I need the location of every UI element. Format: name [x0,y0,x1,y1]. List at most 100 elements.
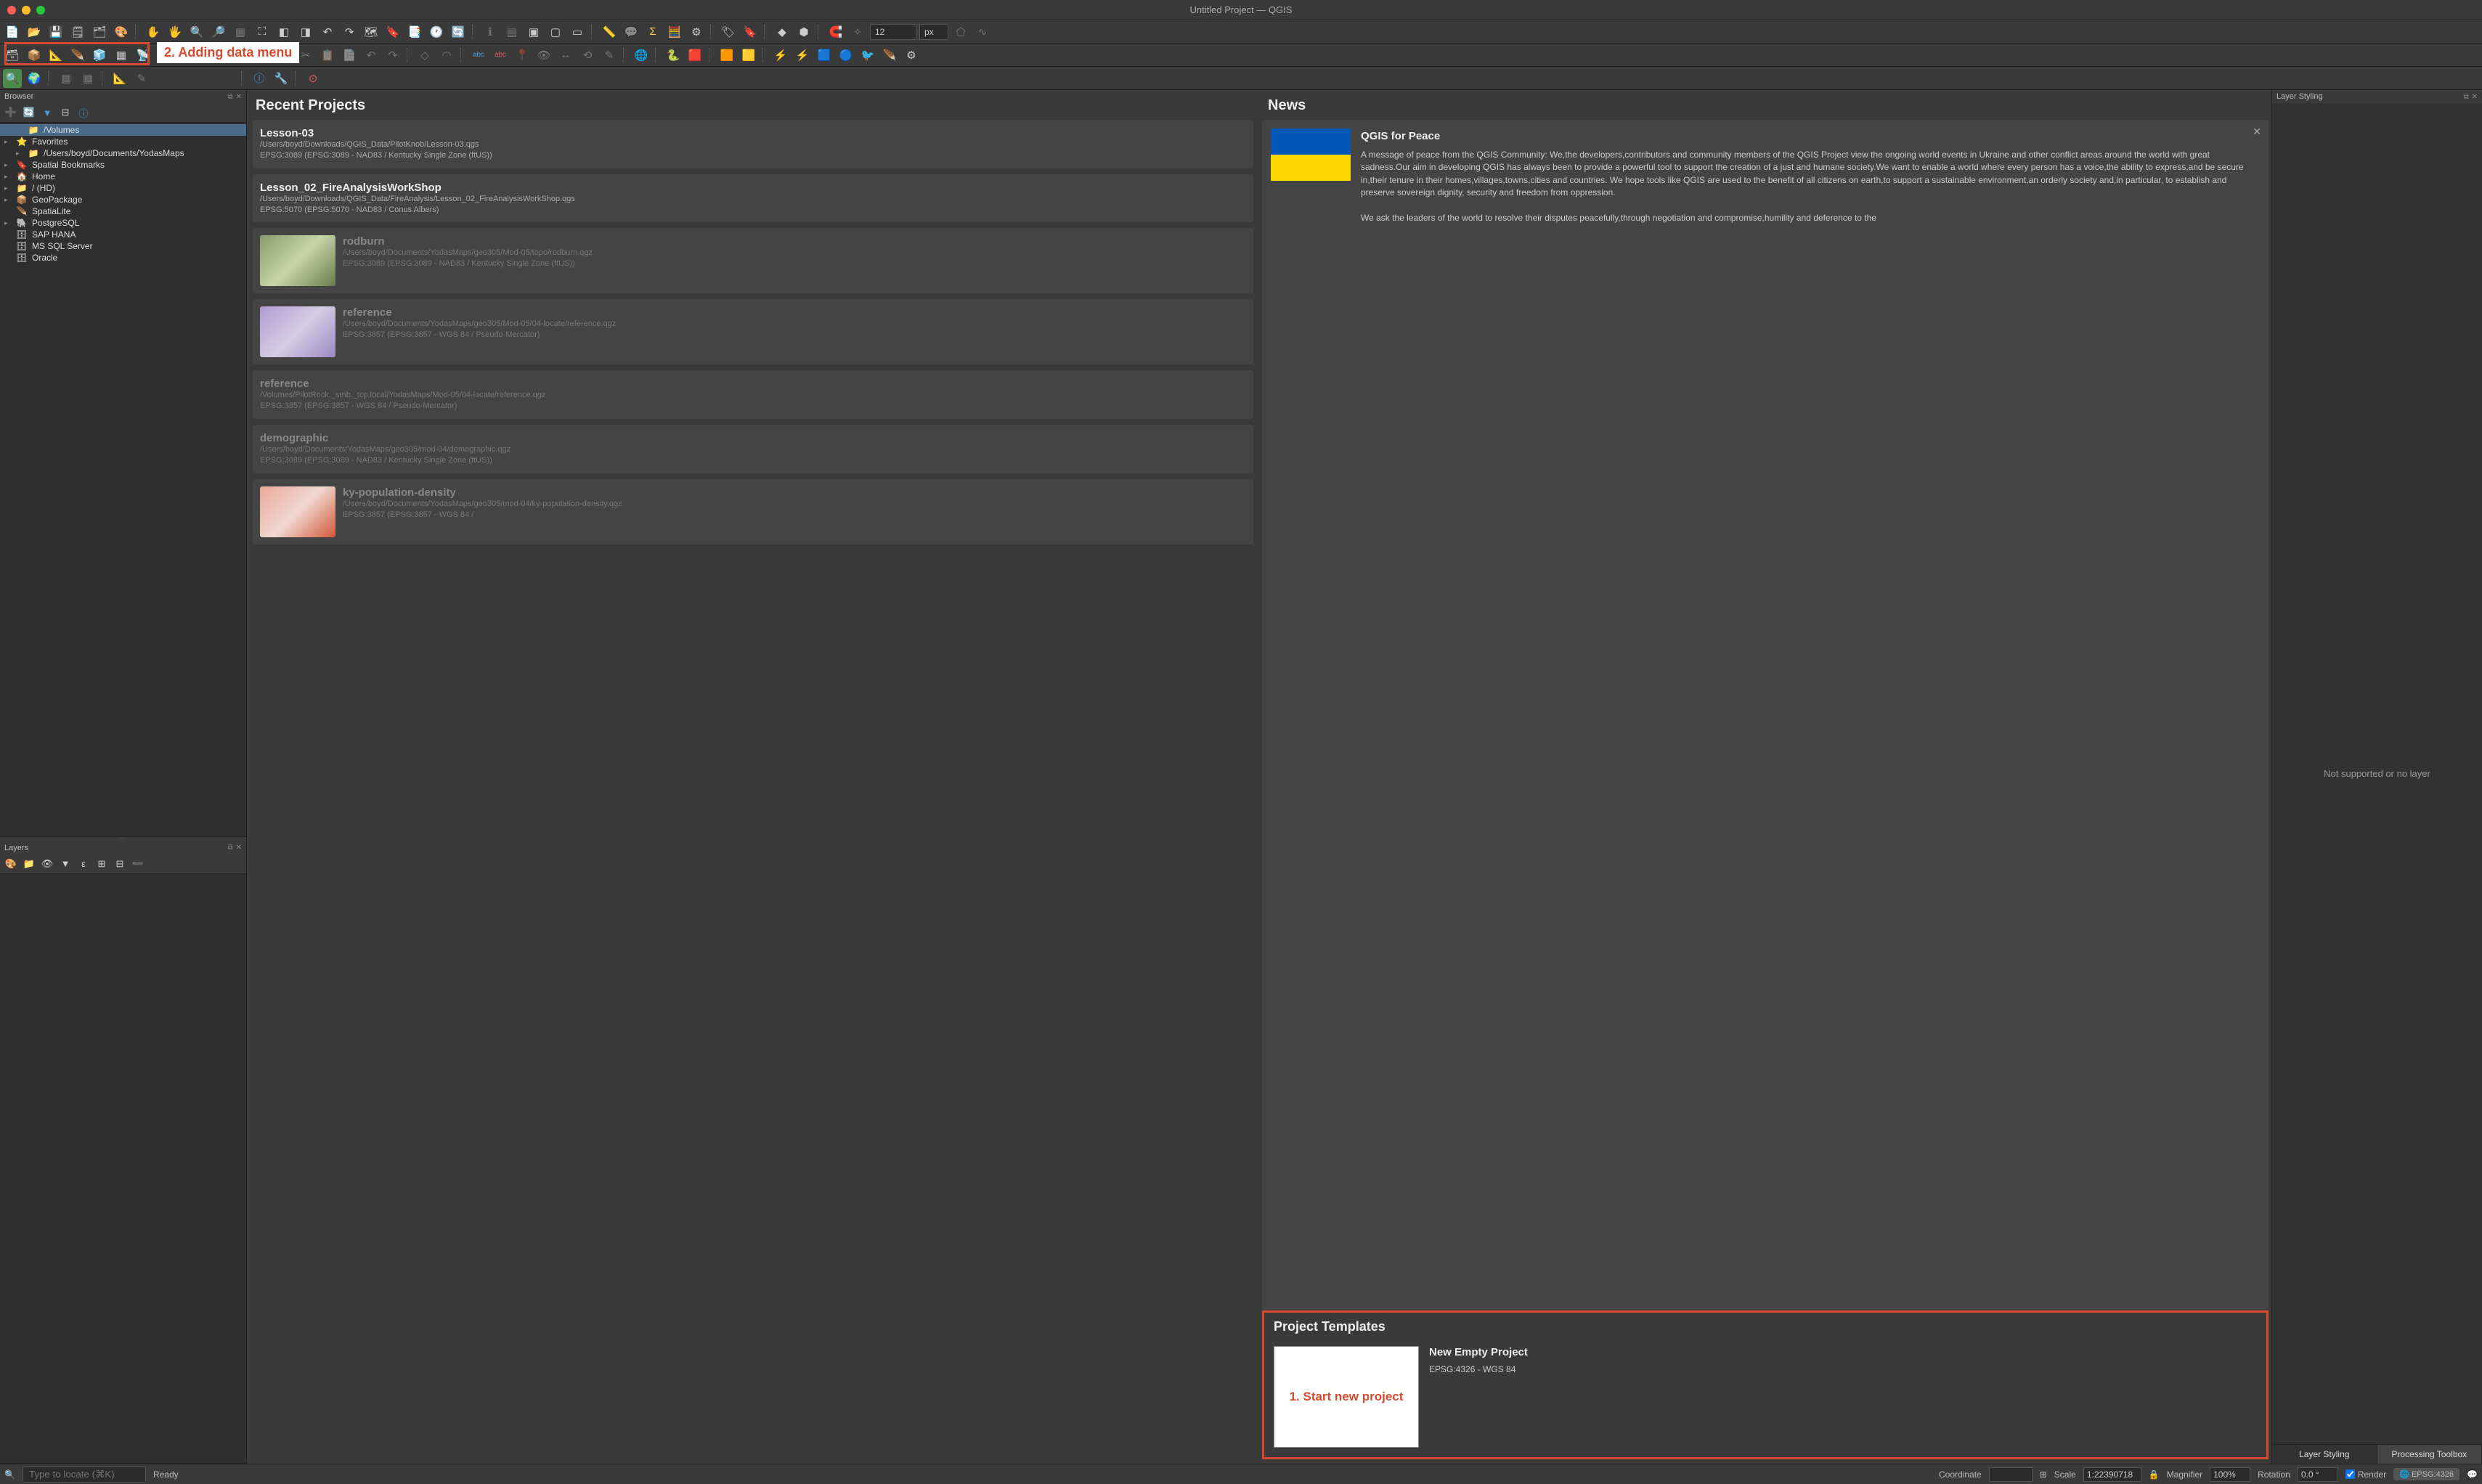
recent-project-card[interactable]: Lesson-03/Users/boyd/Downloads/QGIS_Data… [253,120,1253,168]
stat-summary-button[interactable]: Σ [643,23,662,41]
browser-tree-item[interactable]: ▸📦GeoPackage [0,194,246,205]
show-bookmarks-button[interactable]: 📑 [405,23,424,41]
select-by-value-button[interactable]: ▢ [546,23,565,41]
new-bookmark-button[interactable]: 🔖 [383,23,402,41]
open-attribute-table-button[interactable]: ▤ [502,23,521,41]
manage-themes-button[interactable]: 👁 [39,856,55,872]
zoom-full-button[interactable]: ⛶ [253,23,272,41]
rotation-field[interactable] [2298,1467,2338,1482]
toggle-snapping-button[interactable]: 🧲 [826,23,845,41]
filter-legend-button[interactable]: ▼ [57,856,73,872]
messages-button[interactable]: 💬 [2467,1469,2478,1480]
move-label-button[interactable]: ↔ [556,46,575,65]
save-project-button[interactable]: 💾 [46,23,65,41]
browser-tree-item[interactable]: ▸📁/Users/boyd/Documents/YodasMaps [0,147,246,159]
deselect-button[interactable]: ▭ [568,23,587,41]
zoom-layer-button[interactable]: ◨ [296,23,315,41]
digitize-curve-button[interactable]: ◠ [437,46,456,65]
plugin-web-button[interactable]: 🌐 [632,46,651,65]
browser-close-icon[interactable]: ✕ [236,93,242,101]
rotate-label-button[interactable]: ⟲ [578,46,597,65]
new-map-view-button[interactable]: 🗺 [362,23,381,41]
paste-features-button[interactable]: 📄 [340,46,359,65]
label-tool-abc2-button[interactable]: abc [491,46,510,65]
news-close-button[interactable]: ✕ [2253,126,2261,138]
layers-tree[interactable] [0,874,246,1463]
help-button[interactable]: ⓘ [250,69,269,88]
styling-undock-icon[interactable]: ⧉ [2463,93,2468,101]
temporal-controller-button[interactable]: 🕐 [427,23,446,41]
browser-tree-item[interactable]: ▸🐘PostgreSQL [0,217,246,229]
collapse-all-layers-button[interactable]: ⊟ [112,856,128,872]
open-project-button[interactable]: 📂 [25,23,44,41]
plugin-button-8[interactable]: 🪶 [880,46,899,65]
crs-button[interactable]: 🌐 EPSG:4326 [2393,1468,2459,1480]
browser-tree-item[interactable]: 📁/Volumes [0,124,246,136]
segment-unit-field[interactable] [919,24,948,40]
scale-lock-icon[interactable]: 🔒 [2149,1469,2160,1480]
plugin-button-4[interactable]: ⚡ [793,46,812,65]
new-shapefile-button[interactable]: 📐 [46,46,65,65]
browser-tree-item[interactable]: 🗄Oracle [0,252,246,264]
identify-button[interactable]: ℹ [481,23,500,41]
pan-map-button[interactable]: ✋ [144,23,163,41]
toolbox-button[interactable]: ⚙ [687,23,706,41]
mesh-tool-2-button[interactable]: ▦ [78,69,97,88]
extents-toggle-icon[interactable]: ⊞ [2040,1469,2047,1480]
recent-project-card[interactable]: reference/Volumes/PilotRock._smb._tcp.lo… [253,370,1253,419]
zoom-selection-button[interactable]: ◧ [274,23,293,41]
new-geopackage-button[interactable]: 📦 [25,46,44,65]
render-toggle[interactable]: Render [2345,1469,2386,1480]
recent-project-card[interactable]: demographic/Users/boyd/Documents/YodasMa… [253,425,1253,473]
locator-input[interactable] [23,1466,146,1483]
open-data-source-button[interactable]: 🗃 [3,46,22,65]
zoom-last-button[interactable]: ↶ [318,23,337,41]
properties-widget-button[interactable]: ⓘ [76,105,91,121]
recent-project-card[interactable]: reference/Users/boyd/Documents/YodasMaps… [253,299,1253,364]
layer-labeling-button[interactable]: 🔖 [741,23,760,41]
pin-labels-button[interactable]: 📍 [513,46,532,65]
digitize-shape-button[interactable]: ◇ [415,46,434,65]
browser-tree-item[interactable]: ▸📁/ (HD) [0,182,246,194]
browser-tree[interactable]: 📁/Volumes▸⭐Favorites▸📁/Users/boyd/Docume… [0,123,246,836]
field-calculator-button[interactable]: 🧮 [665,23,684,41]
pan-to-selection-button[interactable]: 🖐 [166,23,184,41]
shape-digitize-button[interactable]: ⬠ [951,23,970,41]
layers-close-icon[interactable]: ✕ [236,844,242,852]
new-project-button[interactable]: 📄 [3,23,22,41]
settings-button[interactable]: ⚙ [902,46,921,65]
options-button[interactable]: 🔧 [272,69,290,88]
zoom-out-button[interactable]: 🔎 [209,23,228,41]
osm-button[interactable]: 🌍 [25,69,44,88]
map-tips-button[interactable]: 💬 [622,23,640,41]
plugin-button-3[interactable]: ⚡ [771,46,790,65]
gps-button[interactable]: ⊙ [304,69,322,88]
plugin-button-2[interactable]: 🟨 [739,46,758,65]
styling-close-icon[interactable]: ✕ [2472,93,2478,101]
color-ramp-button[interactable]: 🟥 [685,46,704,65]
show-labels-button[interactable]: 🏷 [719,23,738,41]
expand-all-button[interactable]: ⊞ [94,856,110,872]
undo-button[interactable]: ↶ [362,46,381,65]
no-action-button[interactable]: ⬢ [794,23,813,41]
measure-line-button[interactable]: 📏 [600,23,619,41]
render-checkbox[interactable] [2345,1469,2355,1479]
browser-undock-icon[interactable]: ⧉ [227,93,232,101]
zoom-native-button[interactable]: ▦ [231,23,250,41]
browser-tree-item[interactable]: ▸🔖Spatial Bookmarks [0,159,246,171]
segment-length-field[interactable] [870,24,916,40]
filter-browser-button[interactable]: ▼ [39,105,55,121]
copy-features-button[interactable]: 📋 [318,46,337,65]
recent-project-card[interactable]: Lesson_02_FireAnalysisWorkShop/Users/boy… [253,174,1253,223]
browser-tree-item[interactable]: 🗄MS SQL Server [0,240,246,252]
style-manager-button[interactable]: 🎨 [112,23,131,41]
refresh-browser-button[interactable]: 🔄 [21,105,37,121]
plugin-button-1[interactable]: 🟧 [717,46,736,65]
new-print-layout-button[interactable]: 🗒 [68,23,87,41]
scale-field[interactable] [2083,1467,2141,1482]
browser-tree-item[interactable]: ▸⭐Favorites [0,136,246,147]
browser-tree-item[interactable]: 🪶SpatiaLite [0,205,246,217]
tab-layer-styling[interactable]: Layer Styling [2272,1444,2377,1464]
add-layer-button[interactable]: ➕ [3,105,19,121]
show-layout-manager-button[interactable]: 🗂 [90,23,109,41]
